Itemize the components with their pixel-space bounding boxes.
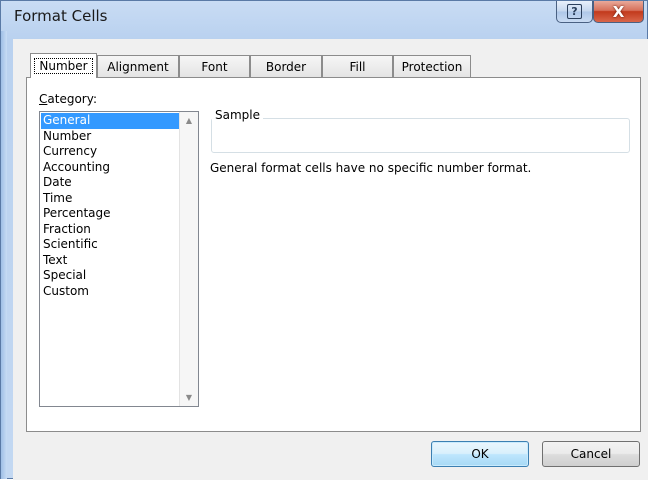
format-description: General format cells have no specific nu…: [210, 161, 532, 175]
window-frame-accent: [1, 31, 7, 479]
help-icon: ?: [567, 4, 582, 19]
close-button[interactable]: X: [593, 1, 644, 23]
scroll-up-arrow-icon[interactable]: ▲: [180, 112, 198, 129]
tab-border[interactable]: Border: [250, 55, 322, 77]
tab-alignment[interactable]: Alignment: [97, 55, 179, 77]
tab-border-label: Border: [265, 59, 307, 74]
category-item-accounting[interactable]: Accounting: [41, 160, 180, 176]
category-item-percentage[interactable]: Percentage: [41, 206, 180, 222]
category-item-general[interactable]: General: [41, 113, 180, 129]
category-label: Category:: [39, 92, 97, 106]
tab-font[interactable]: Font: [179, 55, 250, 77]
category-item-fraction[interactable]: Fraction: [41, 222, 180, 238]
tab-number-label: Number: [34, 58, 93, 74]
dialog-client-area: Number Alignment Font Border Fill Protec…: [13, 39, 648, 480]
tab-number[interactable]: Number: [30, 53, 97, 78]
ok-button[interactable]: OK: [431, 441, 529, 467]
category-item-time[interactable]: Time: [41, 191, 180, 207]
category-item-special[interactable]: Special: [41, 268, 180, 284]
tab-protection[interactable]: Protection: [393, 55, 471, 77]
help-button[interactable]: ?: [556, 1, 593, 23]
title-bar[interactable]: Format Cells ? X: [1, 1, 648, 33]
tab-fill-label: Fill: [349, 59, 366, 74]
close-icon: X: [612, 2, 625, 21]
sample-legend: Sample: [212, 108, 263, 122]
category-label-text: ategory:: [47, 92, 97, 106]
tab-protection-label: Protection: [401, 59, 463, 74]
format-cells-dialog: Format Cells ? X Number Alignment Font B…: [0, 0, 648, 480]
category-list: General Number Currency Accounting Date …: [41, 113, 180, 299]
tab-font-label: Font: [201, 59, 228, 74]
category-item-currency[interactable]: Currency: [41, 144, 180, 160]
window-title: Format Cells: [14, 7, 108, 25]
ok-button-label: OK: [471, 447, 489, 461]
tab-alignment-label: Alignment: [107, 59, 169, 74]
cancel-button-label: Cancel: [570, 447, 612, 461]
number-tab-panel: Category: General Number Currency Accoun…: [26, 77, 641, 432]
cancel-button[interactable]: Cancel: [542, 441, 640, 467]
category-item-custom[interactable]: Custom: [41, 284, 180, 300]
category-item-text[interactable]: Text: [41, 253, 180, 269]
category-item-number[interactable]: Number: [41, 129, 180, 145]
category-scrollbar[interactable]: ▲ ▼: [179, 112, 198, 406]
category-item-scientific[interactable]: Scientific: [41, 237, 180, 253]
category-listbox[interactable]: General Number Currency Accounting Date …: [39, 111, 199, 407]
category-item-date[interactable]: Date: [41, 175, 180, 191]
tab-fill[interactable]: Fill: [322, 55, 393, 77]
scroll-down-arrow-icon[interactable]: ▼: [180, 389, 198, 406]
sample-groupbox: [211, 118, 630, 153]
